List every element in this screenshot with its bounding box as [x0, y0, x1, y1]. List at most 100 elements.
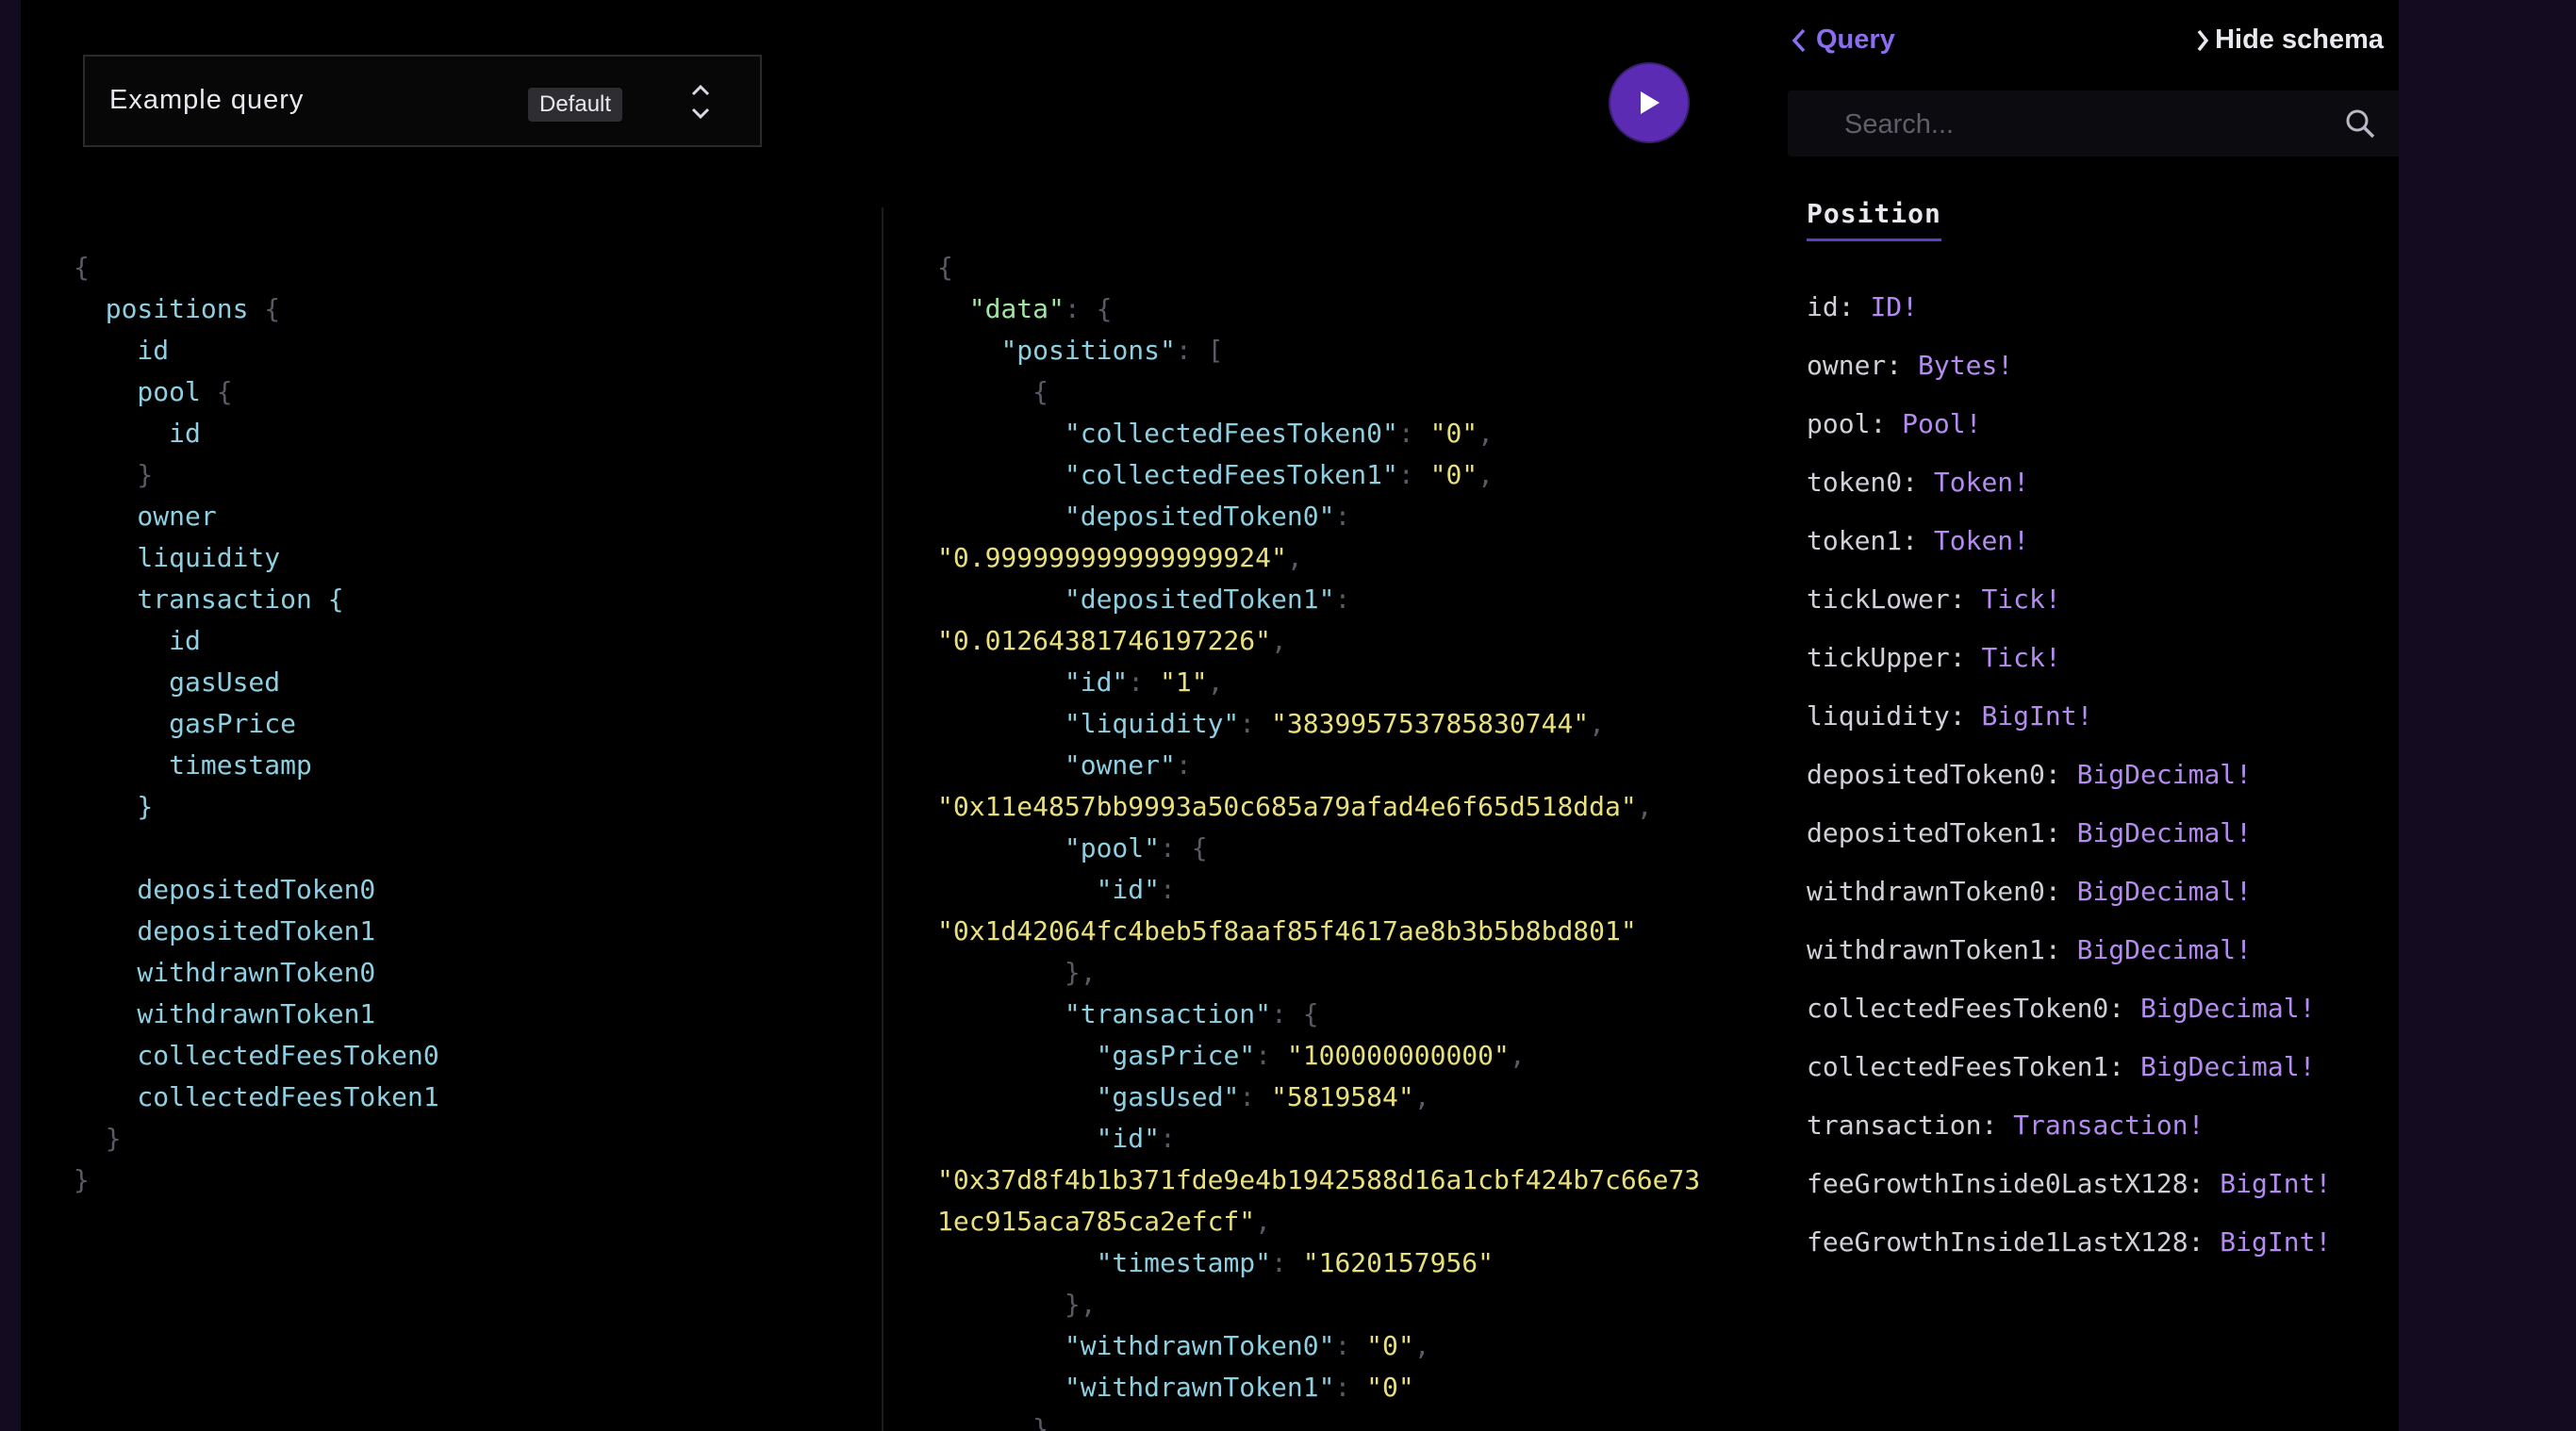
code-token: "0" [1429, 418, 1478, 449]
query-line [74, 828, 884, 869]
code-token: "0.999999999999999924" [937, 542, 1287, 573]
code-token: "0" [1429, 459, 1478, 490]
result-line: } [937, 1408, 1758, 1431]
schema-field-type[interactable]: BigDecimal! [2140, 993, 2315, 1024]
result-line: "depositedToken0": [937, 496, 1758, 537]
schema-field-type[interactable]: BigInt! [2220, 1168, 2331, 1199]
code-token: } [74, 1123, 122, 1154]
schema-search [1788, 90, 2399, 156]
schema-field: feeGrowthInside0LastX128: BigInt! [1807, 1168, 2332, 1199]
code-token: gasUsed [74, 666, 281, 698]
code-token: : [1397, 418, 1430, 449]
result-line: "timestamp": "1620157956" [937, 1242, 1758, 1284]
code-token: "id" [1096, 874, 1161, 905]
schema-field-type[interactable]: Tick! [1981, 584, 2060, 615]
result-line: "id": [937, 869, 1758, 911]
default-badge: Default [528, 88, 623, 122]
code-token: "timestamp" [1096, 1247, 1272, 1278]
code-token: : [1334, 1372, 1367, 1403]
schema-field-type[interactable]: Tick! [1981, 642, 2060, 673]
schema-field-type[interactable]: BigDecimal! [2077, 759, 2252, 790]
result-line: "withdrawnToken0": "0", [937, 1325, 1758, 1367]
query-line: depositedToken1 [74, 911, 884, 952]
code-token: : [ [1175, 335, 1224, 366]
schema-field-type[interactable]: BigInt! [2220, 1226, 2331, 1258]
schema-field-type[interactable]: Token! [1934, 467, 2029, 498]
code-token: "withdrawnToken1" [1064, 1372, 1335, 1403]
code-token: "withdrawnToken0" [1064, 1330, 1335, 1361]
result-line: "gasUsed": "5819584", [937, 1077, 1758, 1118]
schema-field-name: withdrawnToken0 [1807, 876, 2045, 907]
result-line: "0x1d42064fc4beb5f8aaf85f4617ae8b3b5b8bd… [937, 911, 1758, 952]
schema-field: tickUpper: Tick! [1807, 642, 2061, 673]
sort-icon[interactable] [688, 81, 713, 123]
code-token: : { [1271, 998, 1319, 1029]
schema-field-name: owner [1807, 350, 1887, 381]
search-icon[interactable] [2344, 107, 2376, 140]
schema-field-type[interactable]: ID! [1870, 291, 1918, 322]
result-line: 1ec915aca785ca2efcf", [937, 1201, 1758, 1242]
code-token: "collectedFeesToken0" [1064, 418, 1398, 449]
schema-search-input[interactable] [1842, 104, 2337, 145]
schema-back-link[interactable]: Query [1792, 25, 1895, 56]
code-token: : [1160, 1123, 1176, 1154]
code-token: id [74, 418, 201, 449]
code-token: }, [937, 1289, 1097, 1320]
code-token: collectedFeesToken1 [74, 1081, 439, 1112]
schema-field-type[interactable]: Pool! [1902, 408, 1981, 439]
query-line: gasPrice [74, 703, 884, 745]
example-query-selector[interactable]: Example query Default [83, 55, 762, 147]
schema-field-type[interactable]: Transaction! [2013, 1110, 2204, 1141]
schema-field: withdrawnToken1: BigDecimal! [1807, 934, 2253, 965]
schema-field-list: id: ID! owner: Bytes! pool: Pool! token0: T… [1807, 287, 2331, 1280]
schema-field: liquidity: BigInt! [1807, 700, 2093, 732]
code-token: "383995753785830744" [1271, 708, 1590, 739]
code-token: : { [1160, 832, 1208, 864]
schema-field: feeGrowthInside1LastX128: BigInt! [1807, 1226, 2332, 1258]
result-line: }, [937, 1284, 1758, 1325]
query-line: collectedFeesToken1 [74, 1077, 884, 1118]
hide-schema-button[interactable]: Hide schema [2196, 25, 2384, 56]
run-query-button[interactable] [1610, 64, 1688, 141]
chevron-left-icon [1792, 29, 1806, 53]
code-token: transaction [74, 584, 328, 615]
query-line: } [74, 454, 884, 496]
code-token: "gasUsed" [1096, 1081, 1240, 1112]
schema-field-type[interactable]: BigDecimal! [2140, 1051, 2315, 1082]
schema-field-type[interactable]: BigDecimal! [2077, 934, 2252, 965]
code-token: : [1160, 874, 1176, 905]
schema-field-type[interactable]: Bytes! [1918, 350, 2013, 381]
schema-field-type[interactable]: BigDecimal! [2077, 876, 2252, 907]
query-line: timestamp [74, 745, 884, 786]
code-token: , [1509, 1040, 1526, 1071]
schema-field-name: feeGrowthInside1LastX128 [1807, 1226, 2188, 1258]
code-token: , [1271, 625, 1287, 656]
query-line: { [74, 247, 884, 288]
schema-field-type[interactable]: BigInt! [1981, 700, 2092, 732]
schema-field-type[interactable]: Token! [1934, 525, 2029, 556]
query-line: } [74, 1160, 884, 1201]
code-token: "depositedToken1" [1064, 584, 1335, 615]
code-token: : [1271, 1247, 1303, 1278]
schema-field: tickLower: Tick! [1807, 584, 2061, 615]
code-token: , [1636, 791, 1653, 822]
code-token: "gasPrice" [1096, 1040, 1256, 1071]
query-editor[interactable]: { positions { id pool { id } owner liqui… [74, 247, 884, 1201]
code-token: }, [937, 957, 1097, 988]
code-token: : [1175, 749, 1192, 781]
editor-divider[interactable] [882, 207, 883, 1431]
code-token: "data" [968, 293, 1065, 324]
schema-field-type[interactable]: BigDecimal! [2077, 817, 2252, 848]
schema-field-name: id [1807, 291, 1839, 322]
code-token: "0x1d42064fc4beb5f8aaf85f4617ae8b3b5b8bd… [937, 915, 1637, 946]
code-token: : { [1064, 293, 1113, 324]
code-token: "transaction" [1064, 998, 1272, 1029]
schema-field: depositedToken1: BigDecimal! [1807, 817, 2253, 848]
